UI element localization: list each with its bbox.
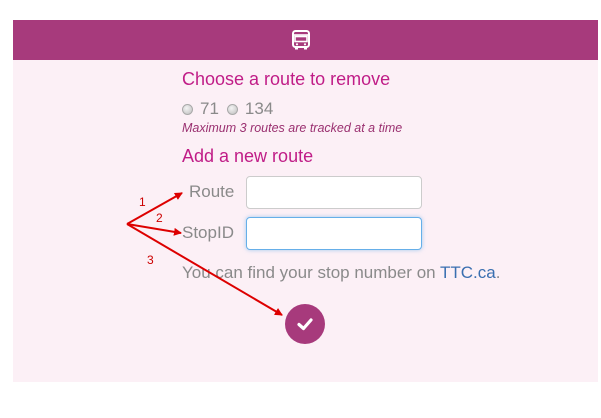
stopid-input[interactable] [246, 217, 422, 250]
app-panel: Choose a route to remove 71 134 Maximum … [13, 20, 598, 382]
route-option-label: 71 [200, 99, 219, 118]
app-header [13, 20, 598, 60]
submit-button[interactable] [285, 304, 325, 344]
bus-icon [292, 30, 310, 50]
route-option-71[interactable]: 71 [182, 99, 219, 119]
radio-button[interactable] [226, 103, 238, 115]
route-input[interactable] [246, 176, 422, 209]
add-route-heading: Add a new route [182, 146, 314, 166]
ttc-link[interactable]: TTC.ca [440, 263, 496, 282]
max-routes-hint: Maximum 3 routes are tracked at a time [182, 121, 403, 135]
stopid-label: StopID [182, 223, 234, 242]
radio-button[interactable] [182, 103, 193, 115]
route-radio-group: 71 134 [182, 99, 281, 119]
checkmark-icon [297, 318, 313, 331]
stop-number-info: You can find your stop number on TTC.ca. [182, 263, 500, 283]
info-suffix: . [495, 263, 501, 282]
route-option-label: 134 [244, 99, 274, 118]
route-label: Route [189, 182, 235, 201]
route-option-134[interactable]: 134 [226, 99, 274, 119]
info-text: You can find your stop number on [182, 263, 441, 282]
remove-route-heading: Choose a route to remove [182, 69, 391, 89]
